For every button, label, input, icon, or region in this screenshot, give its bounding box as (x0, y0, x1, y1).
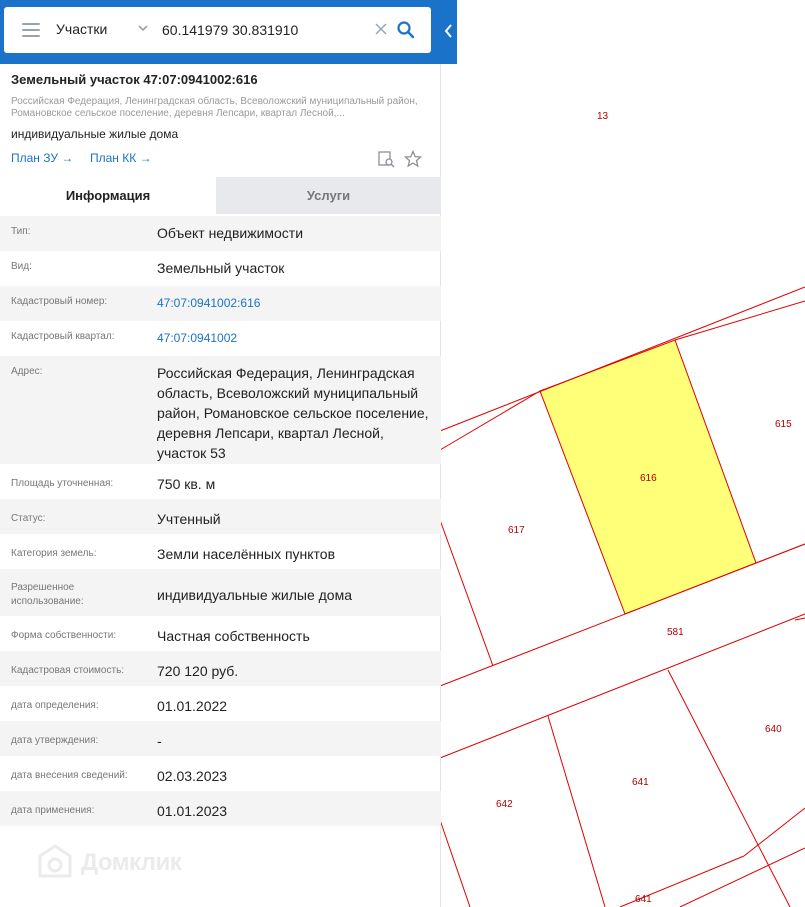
parcel-boundary (439, 390, 541, 451)
parcel-boundary (674, 300, 805, 341)
info-label: Статус: (11, 513, 46, 524)
parcel-label: 615 (775, 419, 792, 430)
info-row: дата определения: 01.01.2022 (0, 686, 441, 721)
object-title: Земельный участок 47:07:0941002:616 (11, 72, 258, 87)
document-search-icon[interactable] (377, 150, 395, 168)
info-label: Кадастровая стоимость: (11, 665, 125, 676)
parcel-label: 642 (496, 799, 513, 810)
info-value: индивидуальные жилые дома (157, 587, 352, 603)
menu-icon[interactable] (22, 23, 40, 37)
info-value: Учтенный (157, 511, 221, 527)
info-value: 01.01.2023 (157, 803, 228, 819)
info-row: дата внесения сведений: 02.03.2023 (0, 756, 441, 791)
search-bar: Участки (4, 7, 431, 53)
logo-text: Домклик (81, 849, 182, 876)
info-label: Разрешенное использование: (11, 582, 84, 607)
top-bar: Участки (0, 0, 457, 64)
tab-information[interactable]: Информация (0, 177, 216, 214)
plan-kk-link[interactable]: План КК → (90, 151, 152, 165)
parcel-boundary (794, 617, 805, 621)
parcel-label: 13 (597, 111, 609, 122)
info-label: дата применения: (11, 805, 95, 816)
parcel-boundary (755, 543, 805, 564)
info-label: Площадь уточненная: (11, 478, 114, 489)
search-input[interactable] (162, 18, 367, 42)
info-label: Кадастровый номер: (11, 296, 108, 307)
info-row: Вид: Земельный участок (0, 251, 441, 286)
cadastral-number-link[interactable]: 47:07:0941002:616 (157, 293, 432, 313)
parcel-label: 640 (765, 724, 782, 735)
info-label: Категория земель: (11, 548, 97, 559)
parcel-label: 581 (667, 627, 684, 638)
parcel-label: 641 (635, 894, 652, 905)
parcel-boundary (547, 715, 606, 907)
info-label: дата определения: (11, 700, 99, 711)
star-icon[interactable] (404, 150, 422, 168)
info-value: 02.03.2023 (157, 768, 228, 784)
info-value: 750 кв. м (157, 476, 216, 492)
info-label: Кадастровый квартал: (11, 331, 115, 342)
info-panel: Участки Земельный участок 47:07:0941002:… (0, 0, 457, 907)
info-label: Тип: (11, 226, 31, 237)
parcel-boundary (439, 819, 471, 907)
info-value: 01.01.2022 (157, 698, 228, 714)
house-logo-icon (38, 844, 72, 878)
plan-zu-link[interactable]: План ЗУ → (11, 151, 73, 165)
info-row: Разрешенное использование: индивидуальны… (0, 569, 441, 616)
info-row: Категория земель: Земли населённых пункт… (0, 534, 441, 569)
info-row: дата утверждения: - (0, 721, 441, 756)
cadastral-quarter-link[interactable]: 47:07:0941002 (157, 328, 432, 348)
parcel-boundary (743, 807, 805, 857)
object-usage: индивидуальные жилые дома (11, 127, 179, 141)
info-row: Кадастровая стоимость: 720 120 руб. (0, 651, 441, 686)
info-label: Вид: (11, 261, 32, 272)
object-address: Российская Федерация, Ленинградская обла… (11, 96, 418, 119)
parcel-label: 617 (508, 525, 525, 536)
parcel-label-selected: 616 (640, 473, 657, 484)
info-row: Форма собственности: Частная собственнос… (0, 616, 441, 651)
info-value: 720 120 руб. (157, 663, 239, 679)
parcel-boundary (439, 519, 494, 667)
info-label: Адрес: (11, 366, 43, 377)
info-value: Земельный участок (157, 260, 285, 276)
info-value: Российская Федерация, Ленинградская обла… (157, 365, 429, 461)
info-row: Кадастровый квартал: 47:07:0941002 (0, 321, 441, 356)
info-label: дата внесения сведений: (11, 770, 128, 781)
info-value: - (157, 733, 162, 749)
domclick-logo: Домклик (37, 843, 237, 883)
chevron-down-icon[interactable] (136, 21, 150, 35)
info-row: дата применения: 01.01.2023 (0, 791, 441, 826)
tab-services[interactable]: Услуги (216, 177, 441, 214)
parcel-boundary (439, 613, 805, 759)
parcel-label: 641 (632, 777, 649, 788)
info-row: Адрес: Российская Федерация, Ленинградск… (0, 356, 441, 464)
info-label: Форма собственности: (11, 630, 117, 641)
info-value: Частная собственность (157, 628, 310, 644)
info-value: Объект недвижимости (157, 225, 304, 241)
info-label: дата утверждения: (11, 735, 99, 746)
tab-bar: Информация Услуги (0, 177, 441, 214)
info-row: Кадастровый номер: 47:07:0941002:616 (0, 286, 441, 321)
info-row: Статус: Учтенный (0, 499, 441, 534)
info-row: Тип: Объект недвижимости (0, 216, 441, 251)
collapse-panel-button[interactable] (441, 0, 457, 64)
close-icon[interactable] (374, 22, 388, 36)
search-icon[interactable] (396, 20, 416, 40)
object-type-select[interactable]: Участки (56, 21, 107, 37)
parcel-boundary (667, 669, 791, 907)
info-row: Площадь уточненная: 750 кв. м (0, 464, 441, 499)
info-value: Земли населённых пунктов (157, 546, 336, 562)
